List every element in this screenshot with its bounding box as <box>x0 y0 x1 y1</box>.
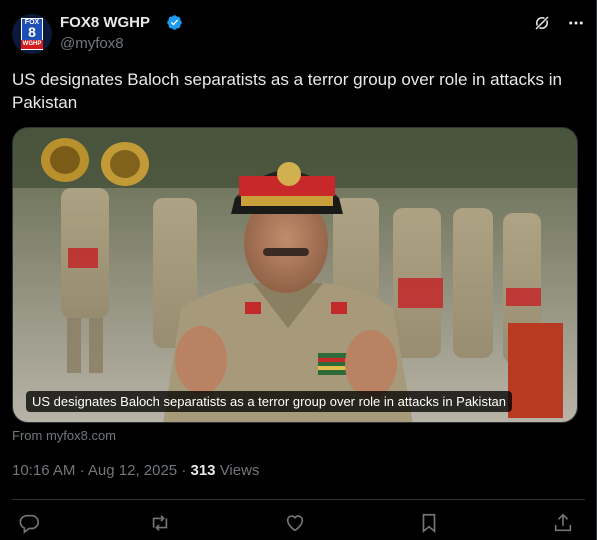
author-handle[interactable]: @myfox8 <box>60 35 124 52</box>
tweet-time[interactable]: 10:16 AM <box>12 462 75 479</box>
media-card[interactable]: US designates Baloch separatists as a te… <box>12 127 578 423</box>
media-photo <box>13 128 577 422</box>
avatar-logo-text-bottom: WGHP <box>21 40 43 49</box>
action-bar <box>0 512 597 536</box>
verified-badge-icon <box>167 15 182 30</box>
more-icon[interactable] <box>567 14 585 32</box>
views-label: Views <box>219 462 260 479</box>
meta-separator: · <box>79 462 85 479</box>
retweet-icon[interactable] <box>149 512 171 534</box>
avatar-logo-number: 8 <box>28 24 36 40</box>
link-source[interactable]: From myfox8.com <box>12 428 116 443</box>
tweet-date[interactable]: Aug 12, 2025 <box>88 462 177 479</box>
meta-separator: · <box>181 462 187 479</box>
reply-icon[interactable] <box>18 512 40 534</box>
bookmark-icon[interactable] <box>418 512 440 534</box>
divider <box>12 499 585 500</box>
tweet-text: US designates Baloch separatists as a te… <box>12 70 562 112</box>
views-count: 313 <box>190 462 216 479</box>
grok-icon[interactable] <box>533 14 551 32</box>
author-name[interactable]: FOX8 WGHP <box>60 14 150 31</box>
share-icon[interactable] <box>552 512 574 534</box>
tweet-header: FOX 8 WGHP FOX8 WGHP @myfox8 <box>12 8 585 58</box>
avatar[interactable]: FOX 8 WGHP <box>12 14 52 54</box>
media-caption: US designates Baloch separatists as a te… <box>26 391 513 412</box>
tweet-meta: 10:16 AM · Aug 12, 2025 · 313 Views <box>12 462 259 479</box>
like-icon[interactable] <box>284 512 306 534</box>
